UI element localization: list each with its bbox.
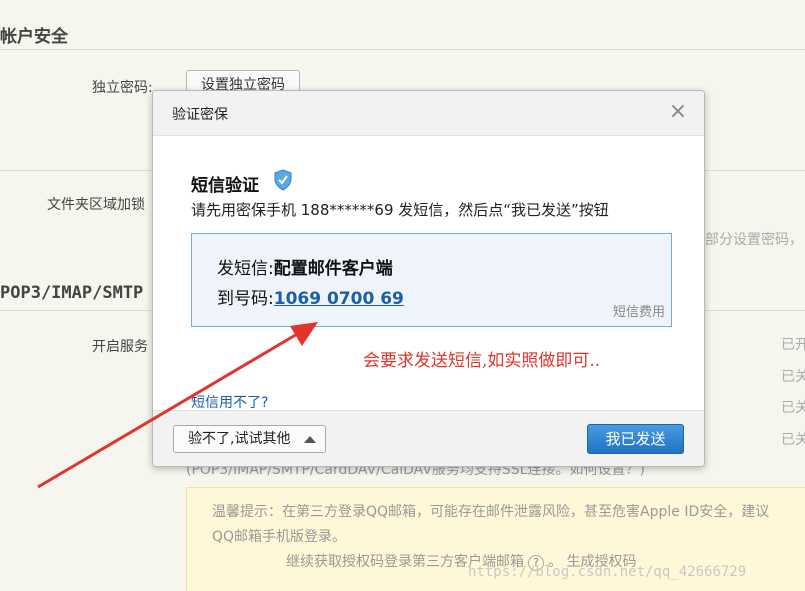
- try-other-method-button[interactable]: 验不了,试试其他: [173, 425, 326, 453]
- send-message-label: 发短信:: [217, 259, 274, 279]
- to-number-link[interactable]: 1069 0700 69: [274, 289, 404, 309]
- dialog-footer: 验不了,试试其他 我已发送: [153, 410, 704, 466]
- dialog-header: 验证密保 ×: [153, 91, 704, 136]
- sms-verification-heading: 短信验证: [191, 176, 259, 196]
- sms-instruction: 请先用密保手机 188******69 发短信，然后点“我已发送”按钮: [191, 201, 609, 219]
- send-message-value: 配置邮件客户端: [273, 259, 393, 279]
- annotation-text: 会要求发送短信,如实照做即可..: [363, 351, 601, 371]
- to-number-row: 到号码:1069 0700 69: [217, 284, 404, 309]
- to-number-label: 到号码:: [217, 289, 274, 309]
- caret-up-icon: [304, 436, 316, 443]
- sms-unavailable-link[interactable]: 短信用不了?: [191, 392, 268, 412]
- send-message-row: 发短信:配置邮件客户端: [217, 254, 393, 279]
- try-other-method-label: 验不了,试试其他: [188, 431, 291, 447]
- verify-security-dialog: 验证密保 × 短信验证 请先用密保手机 188******69 发短信，然后点“…: [152, 90, 705, 467]
- i-have-sent-button[interactable]: 我已发送: [587, 424, 684, 454]
- sms-info-box: 发短信:配置邮件客户端 到号码:1069 0700 69 短信费用: [191, 233, 672, 327]
- dialog-title: 验证密保: [172, 107, 228, 123]
- sms-fee-link[interactable]: 短信费用: [613, 301, 665, 320]
- shield-check-icon: [274, 169, 292, 191]
- close-icon[interactable]: ×: [668, 100, 688, 124]
